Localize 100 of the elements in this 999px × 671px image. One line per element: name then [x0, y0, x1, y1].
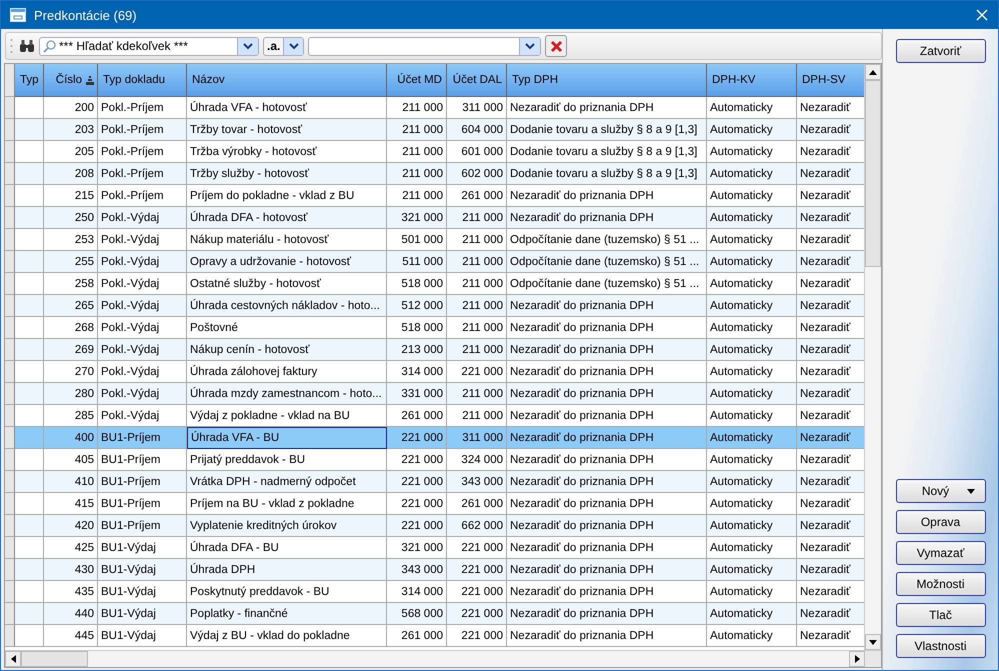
- row-selector[interactable]: [5, 581, 15, 603]
- table-row[interactable]: 253 Pokl.-Výdaj Nákup materiálu - hotovosť 501 000 211 000 Odpočítanie dane (tuzemsko) § 51 ... Automaticky Nezaradiť: [5, 229, 864, 251]
- table-cell: 518 000: [401, 278, 443, 290]
- row-selector[interactable]: [5, 317, 15, 339]
- scroll-right-icon[interactable]: [854, 655, 860, 663]
- table-cell: Tržby tovar - hotovosť: [190, 124, 302, 136]
- row-selector[interactable]: [5, 185, 15, 207]
- scroll-up-icon[interactable]: [869, 70, 878, 74]
- table-row[interactable]: 265 Pokl.-Výdaj Úhrada cestovných nákladov - hoto... 512 000 211 000 Nezaradiť do priznania DPH Automaticky Nezaradiť: [5, 295, 864, 317]
- table-row[interactable]: 435 BU1-Výdaj Poskytnutý preddavok - BU 314 000 221 000 Nezaradiť do priznania DPH Automaticky Nezaradiť: [5, 581, 864, 603]
- clear-filter-button[interactable]: [545, 35, 567, 57]
- action-button[interactable]: Tlač: [896, 603, 986, 627]
- scrollbar-thumb[interactable]: [21, 651, 88, 667]
- table-cell: BU1-Výdaj: [101, 586, 156, 598]
- table-cell: Pokl.-Výdaj: [101, 234, 160, 246]
- table-row[interactable]: 200 Pokl.-Príjem Úhrada VFA - hotovosť 211 000 311 000 Nezaradiť do priznania DPH Automaticky Nezaradiť: [5, 97, 864, 119]
- table-cell: 205: [74, 146, 94, 158]
- row-selector[interactable]: [5, 339, 15, 361]
- scroll-left-icon[interactable]: [10, 655, 16, 663]
- table-row[interactable]: 250 Pokl.-Výdaj Úhrada DFA - hotovosť 321 000 211 000 Nezaradiť do priznania DPH Automaticky Nezaradiť: [5, 207, 864, 229]
- match-mode-dropdown[interactable]: .a.: [263, 36, 304, 56]
- table-row[interactable]: 269 Pokl.-Výdaj Nákup cenín - hotovosť 213 000 211 000 Nezaradiť do priznania DPH Automaticky Nezaradiť: [5, 339, 864, 361]
- table-cell: 269: [74, 344, 94, 356]
- table-row[interactable]: 205 Pokl.-Príjem Tržba výrobky - hotovosť 211 000 601 000 Dodanie tovaru a služby § 8 a 9 [1,3] Automaticky Nezaradiť: [5, 141, 864, 163]
- row-selector[interactable]: [5, 515, 15, 537]
- table-cell: Poskytnutý preddavok - BU: [190, 586, 330, 598]
- vertical-scrollbar[interactable]: [864, 64, 881, 650]
- row-selector[interactable]: [5, 97, 15, 119]
- row-selector[interactable]: [5, 449, 15, 471]
- row-selector[interactable]: [5, 141, 15, 163]
- table-cell: Automaticky: [710, 410, 773, 422]
- table-row[interactable]: 425 BU1-Výdaj Úhrada DFA - BU 321 000 221 000 Nezaradiť do priznania DPH Automaticky Nezaradiť: [5, 537, 864, 559]
- table-cell: 221 000: [401, 432, 443, 444]
- close-icon[interactable]: [976, 9, 988, 21]
- table-cell: BU1-Príjem: [101, 454, 160, 466]
- row-selector[interactable]: [5, 471, 15, 493]
- table-cell: Automaticky: [710, 256, 773, 268]
- search-scope-dropdown[interactable]: *** Hľadať kdekoľvek ***: [39, 36, 259, 56]
- row-selector[interactable]: [5, 163, 15, 185]
- chevron-down-icon: [519, 38, 540, 54]
- table-row[interactable]: 280 Pokl.-Výdaj Úhrada mzdy zamestnancom - hoto... 331 000 211 000 Nezaradiť do priznania DPH Automaticky Nezaradiť: [5, 383, 864, 405]
- scroll-down-icon[interactable]: [869, 640, 878, 644]
- row-selector[interactable]: [5, 361, 15, 383]
- row-selector[interactable]: [5, 493, 15, 515]
- action-button[interactable]: Vlastnosti: [896, 634, 986, 658]
- action-button[interactable]: Možnosti: [896, 572, 986, 596]
- row-selector[interactable]: [5, 251, 15, 273]
- scrollbar-thumb[interactable]: [865, 80, 881, 267]
- action-button[interactable]: Vymazať: [896, 541, 986, 565]
- table-cell: Nezaradiť: [800, 388, 850, 400]
- table-row[interactable]: 415 BU1-Príjem Príjem na BU - vklad z pokladne 221 000 261 000 Nezaradiť do priznania DPH Automaticky Nezaradiť: [5, 493, 864, 515]
- row-selector[interactable]: [5, 383, 15, 405]
- table-cell: Pokl.-Výdaj: [101, 322, 160, 334]
- row-selector[interactable]: [5, 295, 15, 317]
- table-cell: 211 000: [462, 278, 503, 290]
- new-dropdown-button[interactable]: Nový: [896, 479, 986, 503]
- row-selector[interactable]: [5, 207, 15, 229]
- row-selector[interactable]: [5, 625, 15, 647]
- table-row[interactable]: 445 BU1-Výdaj Výdaj z BU - vklad do pokladne 261 000 221 000 Nezaradiť do priznania DPH Automaticky Nezaradiť: [5, 625, 864, 647]
- table-cell: Nezaradiť do priznania DPH: [510, 498, 654, 510]
- table-row[interactable]: 430 BU1-Výdaj Úhrada DPH 343 000 221 000 Nezaradiť do priznania DPH Automaticky Nezaradiť: [5, 559, 864, 581]
- table-row[interactable]: 285 Pokl.-Výdaj Výdaj z pokladne - vklad na BU 261 000 211 000 Nezaradiť do priznania DPH Automaticky Nezaradiť: [5, 405, 864, 427]
- row-selector[interactable]: [5, 427, 15, 449]
- table-row[interactable]: 405 BU1-Príjem Prijatý preddavok - BU 221 000 324 000 Nezaradiť do priznania DPH Automaticky Nezaradiť: [5, 449, 864, 471]
- table-row[interactable]: 215 Pokl.-Príjem Príjem do pokladne - vklad z BU 211 000 261 000 Nezaradiť do priznania DPH Automaticky Nezaradiť: [5, 185, 864, 207]
- action-button[interactable]: Oprava: [896, 510, 986, 534]
- filter-input-field[interactable]: [308, 36, 541, 56]
- table-row[interactable]: 203 Pokl.-Príjem Tržby tovar - hotovosť 211 000 604 000 Dodanie tovaru a služby § 8 a 9 [1,3] Automaticky Nezaradiť: [5, 119, 864, 141]
- row-selector[interactable]: [5, 559, 15, 581]
- table-row[interactable]: 420 BU1-Príjem Vyplatenie kreditných úrokov 221 000 662 000 Nezaradiť do priznania DPH Automaticky Nezaradiť: [5, 515, 864, 537]
- table-cell: 311 000: [462, 432, 503, 444]
- table-row[interactable]: 270 Pokl.-Výdaj Úhrada zálohovej faktury 314 000 221 000 Nezaradiť do priznania DPH Automaticky Nezaradiť: [5, 361, 864, 383]
- table-row[interactable]: 258 Pokl.-Výdaj Ostatné služby - hotovosť 518 000 211 000 Odpočítanie dane (tuzemsko) § 51 ... Automaticky Nezaradiť: [5, 273, 864, 295]
- table-cell: Automaticky: [710, 520, 773, 532]
- table-row[interactable]: 255 Pokl.-Výdaj Opravy a udržovanie - hotovosť 511 000 211 000 Odpočítanie dane (tuzemsko) § 51 ... Automaticky Nezaradiť: [5, 251, 864, 273]
- row-selector[interactable]: [5, 603, 15, 625]
- table-row[interactable]: 410 BU1-Príjem Vrátka DPH - nadmerný odpočet 221 000 343 000 Nezaradiť do priznania DPH Automaticky Nezaradiť: [5, 471, 864, 493]
- table-row[interactable]: 208 Pokl.-Príjem Tržby služby - hotovosť 211 000 602 000 Dodanie tovaru a služby § 8 a 9 [1,3] Automaticky Nezaradiť: [5, 163, 864, 185]
- table-row[interactable]: 268 Pokl.-Výdaj Poštovné 518 000 211 000 Nezaradiť do priznania DPH Automaticky Nezaradiť: [5, 317, 864, 339]
- table-cell: Pokl.-Príjem: [101, 102, 164, 114]
- table-cell: Automaticky: [710, 432, 773, 444]
- table-cell: Odpočítanie dane (tuzemsko) § 51 ...: [510, 256, 700, 268]
- row-selector[interactable]: [5, 405, 15, 427]
- row-selector[interactable]: [5, 119, 15, 141]
- close-button[interactable]: Zatvoriť: [896, 39, 986, 63]
- table-cell: BU1-Výdaj: [101, 630, 156, 642]
- table-row[interactable]: 400 BU1-Príjem Úhrada VFA - BU 221 000 311 000 Nezaradiť do priznania DPH Automaticky Nezaradiť: [5, 427, 864, 449]
- row-selector[interactable]: [5, 537, 15, 559]
- row-selector[interactable]: [5, 229, 15, 251]
- row-selector[interactable]: [5, 273, 15, 295]
- binoculars-icon[interactable]: [19, 39, 35, 53]
- table-cell: Automaticky: [710, 124, 773, 136]
- table-cell: Nezaradiť do priznania DPH: [510, 344, 654, 356]
- horizontal-scrollbar[interactable]: [5, 650, 881, 667]
- table-cell: Úhrada VFA - hotovosť: [190, 102, 307, 114]
- table-row[interactable]: 440 BU1-Výdaj Poplatky - finančné 568 000 221 000 Nezaradiť do priznania DPH Automaticky Nezaradiť: [5, 603, 864, 625]
- table-cell: 221 000: [461, 608, 503, 620]
- table-cell: Automaticky: [710, 278, 773, 290]
- table-cell: Automaticky: [710, 102, 773, 114]
- table-cell: 261 000: [401, 630, 443, 642]
